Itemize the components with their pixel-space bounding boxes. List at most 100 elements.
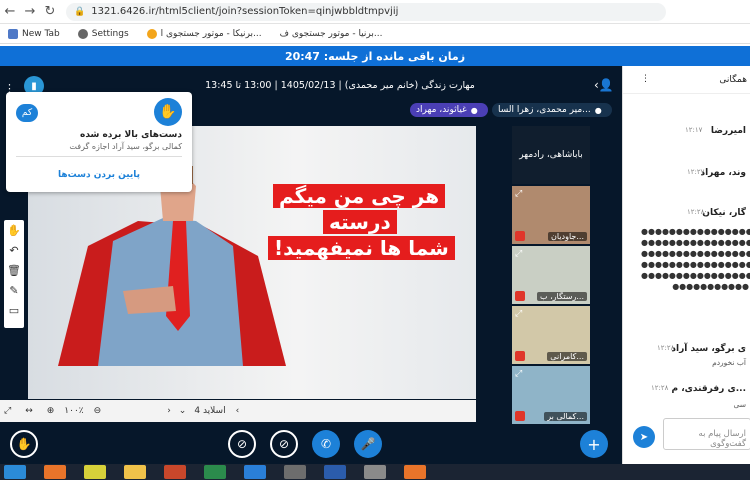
webcam-name: جاودیان...	[548, 232, 587, 241]
multi-user-icon[interactable]: ✎	[4, 280, 24, 300]
zoom-out-icon[interactable]: ⊖	[94, 406, 102, 416]
slide-dropdown-icon[interactable]: ⌄	[179, 406, 187, 416]
fit-width-icon[interactable]: ↔	[25, 406, 33, 416]
talker-indicator: میر محمدی، زهرا السا... ●	[492, 103, 612, 117]
chat-message-author: امیررضا	[710, 126, 746, 136]
chat-message-author: گار، نیکان	[702, 208, 746, 218]
firefox-icon[interactable]	[44, 465, 66, 479]
remaining-time-banner: زمان باقی مانده از جلسه: 20:47	[0, 46, 750, 66]
chat-message-time: ۱۲:۲۷	[687, 168, 705, 176]
mic-icon: ●	[470, 105, 478, 115]
reload-icon[interactable]: ↻	[40, 4, 60, 19]
chat-message-author: ی رفرقندی، م...	[671, 384, 746, 394]
webcam-tile[interactable]: ⤢ رستگار، ب...	[512, 246, 590, 304]
chat-message-author: وند، مهراد	[700, 168, 746, 178]
webcam-name: رستگار، ب...	[537, 292, 587, 301]
start-icon[interactable]	[4, 465, 26, 479]
raised-hands-popup: کم ✋ دست‌های بالا برده شده کمالی برگو، س…	[6, 92, 192, 192]
app-icon[interactable]	[404, 465, 426, 479]
zoom-in-icon[interactable]: ⊕	[47, 406, 55, 416]
slide-text-line-1: هر چی من میگم	[273, 184, 446, 208]
webcam-name: کمالی بر...	[544, 412, 587, 421]
bookmark-new-tab[interactable]: New Tab	[8, 28, 60, 39]
chat-title: همگانی	[719, 75, 747, 85]
hand-tool-icon[interactable]: ✋	[4, 220, 24, 240]
media-icon[interactable]	[284, 465, 306, 479]
ie-icon[interactable]	[244, 465, 266, 479]
mic-muted-icon	[515, 351, 525, 361]
expand-icon[interactable]: ⤢	[515, 309, 522, 319]
url-text: 1321.6426.ir/html5client/join?sessionTok…	[91, 6, 399, 17]
chat-message-input[interactable]: ارسال پیام به گفت‌وگوی	[663, 418, 750, 450]
actions-plus-button[interactable]: +	[580, 430, 608, 458]
gear-icon	[77, 28, 88, 39]
back-icon[interactable]: ←	[0, 4, 20, 19]
raise-hand-button[interactable]: ✋	[10, 430, 38, 458]
bookmarks-bar: New Tab Settings برنیکا - موتور جستجوی ا…	[0, 24, 750, 44]
chat-message-body: سی	[733, 400, 746, 409]
mic-muted-icon	[515, 411, 525, 421]
expand-icon[interactable]: ⤢	[515, 249, 522, 259]
bookmark-settings[interactable]: Settings	[77, 28, 129, 39]
popup-title: دست‌های بالا برده شده	[80, 130, 182, 140]
apps-icon	[8, 28, 18, 39]
slide-text-line-3: !شما ها نمیفهمید	[268, 236, 455, 260]
camera-off-button[interactable]: ⊘	[270, 430, 298, 458]
lock-icon: 🔒	[74, 6, 86, 17]
mic-muted-icon	[515, 231, 525, 241]
fullscreen-icon[interactable]: ⤢	[4, 406, 11, 416]
os-taskbar	[0, 464, 750, 480]
webcam-tile[interactable]: ⤢ کمالی بر...	[512, 366, 590, 424]
mic-muted-icon	[515, 291, 525, 301]
chat-message-author: ی برگو، سید آراد	[671, 344, 746, 354]
slide-number[interactable]: اسلاید 4	[194, 406, 225, 416]
bookmark-search-engine-2[interactable]: برنیا - موتور جستجوی ف...	[280, 29, 383, 39]
speaker-tile[interactable]: باباشاهی، رادمهر	[512, 126, 590, 184]
browser-address-bar: ← → ↻ 🔒 1321.6426.ir/html5client/join?se…	[0, 0, 750, 24]
raise-hand-icon: ✋	[154, 98, 182, 126]
whiteboard-icon[interactable]: ▭	[4, 300, 24, 320]
session-title: مهارت زندگی (خانم میر محمدی) | 1405/02/1…	[205, 80, 475, 91]
popup-subtitle: کمالی برگو، سید آراد اجازه گرفت	[69, 142, 182, 151]
lower-all-hands-button[interactable]: پایین بردن دست‌ها	[6, 170, 192, 180]
previous-slide-icon[interactable]: ‹	[236, 406, 240, 416]
emoji-rows: ●●●●●●●●●●●●●●●● ●●●●●●●●●●●●●●●● ●●●●●●…	[641, 227, 750, 291]
whiteboard-toolbar: ✋ ↶ 🗑 ✎ ▭	[4, 220, 24, 328]
webcam-tile[interactable]: ⤢ کامرانی...	[512, 306, 590, 364]
screenshare-off-button[interactable]: ⊘	[228, 430, 256, 458]
expand-icon[interactable]: ⤢	[515, 369, 522, 379]
send-message-button[interactable]: ➤	[633, 426, 655, 448]
talker-indicator: غیاثوند، مهراد ●	[410, 103, 488, 117]
folder-icon[interactable]	[364, 465, 386, 479]
slide-text-line-2: درسته	[323, 210, 397, 234]
slide-footer: ⤢ ↔ ⊕ ۱۰۰٪ ⊖ › ⌄ اسلاید 4 ‹	[0, 400, 476, 422]
users-toggle-icon[interactable]: ‹👤	[594, 78, 614, 92]
powerpoint-icon[interactable]	[164, 465, 186, 479]
webcam-column: باباشاهی، رادمهر ⤢ جاودیان... ⤢ رستگار، …	[512, 126, 590, 424]
bookmark-icon	[146, 28, 157, 39]
popup-divider	[16, 156, 182, 157]
delete-icon[interactable]: 🗑	[4, 260, 24, 280]
chat-header: ⋮ همگانی	[623, 66, 750, 94]
chat-message-time: ۱۲:۱۷	[685, 126, 703, 134]
webcam-tile[interactable]: ⤢ جاودیان...	[512, 186, 590, 244]
url-input[interactable]: 🔒 1321.6426.ir/html5client/join?sessionT…	[66, 2, 666, 21]
expand-icon[interactable]: ⤢	[515, 189, 522, 199]
chat-message-time: ۱۲:۲۸	[687, 208, 705, 216]
chat-message-time: ۱۲:۲۸	[651, 384, 669, 392]
chat-options-icon[interactable]: ⋮	[641, 74, 650, 84]
chat-message-time: ۱۲:۲۸	[657, 344, 675, 352]
forward-icon[interactable]: →	[20, 4, 40, 19]
excel-icon[interactable]	[204, 465, 226, 479]
chrome-icon[interactable]	[84, 465, 106, 479]
microphone-button[interactable]: 🎤	[354, 430, 382, 458]
explorer-icon[interactable]	[124, 465, 146, 479]
phone-button[interactable]: ✆	[312, 430, 340, 458]
chat-panel: ⋮ همگانی امیررضا ۱۲:۱۷ وند، مهراد ۱۲:۲۷ …	[622, 66, 750, 464]
word-icon[interactable]	[324, 465, 346, 479]
undo-icon[interactable]: ↶	[4, 240, 24, 260]
mic-icon: ●	[594, 105, 602, 115]
bookmark-search-engine[interactable]: برنیکا - موتور جستجوی ا...	[146, 28, 262, 39]
next-slide-icon[interactable]: ›	[167, 406, 171, 416]
lower-hand-button[interactable]: کم	[16, 104, 38, 122]
